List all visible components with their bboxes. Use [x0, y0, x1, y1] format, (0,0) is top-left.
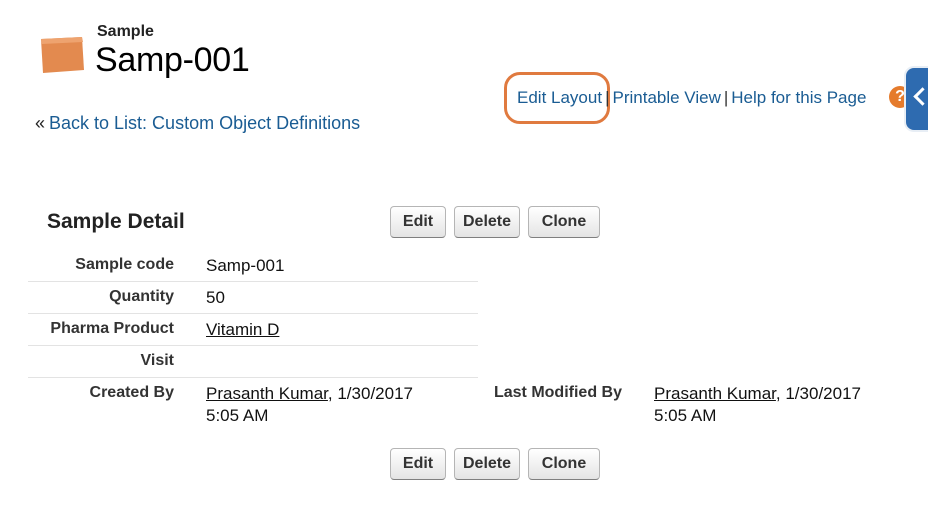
object-type-label: Sample — [97, 23, 154, 40]
section-title: Sample Detail — [47, 210, 185, 233]
delete-button-bottom[interactable]: Delete — [454, 448, 520, 480]
record-title: Samp-001 — [95, 41, 250, 79]
last-modified-by-time: 5:05 AM — [654, 406, 717, 425]
link-separator: | — [723, 88, 729, 107]
field-label-sample-code: Sample code — [75, 256, 174, 273]
pharma-product-link[interactable]: Vitamin D — [206, 320, 279, 339]
field-label-visit: Visit — [140, 352, 175, 369]
top-links: Edit Layout | Printable View | Help for this… — [517, 88, 866, 108]
edit-layout-link[interactable]: Edit Layout — [517, 88, 602, 107]
clone-button-bottom[interactable]: Clone — [528, 448, 600, 480]
created-by-date: , 1/30/2017 — [327, 384, 413, 403]
created-by-time: 5:05 AM — [206, 406, 269, 425]
last-modified-by-user-link[interactable]: Prasanth Kumar — [654, 384, 776, 403]
field-value-created-by: Prasanth Kumar, 1/30/2017 5:05 AM — [206, 383, 456, 427]
help-link[interactable]: Help for this Page — [731, 88, 866, 107]
field-value-sample-code: Samp-001 — [206, 256, 285, 275]
clone-button[interactable]: Clone — [528, 206, 600, 238]
back-arrow-icon: « — [35, 113, 46, 133]
row-divider — [28, 377, 478, 378]
field-value-quantity: 50 — [206, 288, 225, 307]
field-value-last-modified-by: Prasanth Kumar, 1/30/2017 5:05 AM — [654, 383, 914, 427]
field-label-created-by: Created By — [89, 384, 174, 401]
edit-button[interactable]: Edit — [390, 206, 446, 238]
back-to-list: «Back to List: Custom Object Definitions — [35, 113, 360, 134]
printable-view-link[interactable]: Printable View — [612, 88, 720, 107]
sidebar-toggle-tab[interactable] — [906, 68, 928, 130]
sample-object-icon — [41, 37, 84, 73]
row-divider — [28, 313, 478, 314]
field-label-pharma-product: Pharma Product — [50, 320, 174, 337]
row-divider — [28, 281, 478, 282]
delete-button[interactable]: Delete — [454, 206, 520, 238]
link-separator: | — [605, 88, 610, 107]
created-by-user-link[interactable]: Prasanth Kumar — [206, 384, 328, 403]
last-modified-by-date: , 1/30/2017 — [775, 384, 861, 403]
row-divider — [28, 345, 478, 346]
chevron-left-icon — [913, 87, 928, 106]
field-value-pharma-product: Vitamin D — [206, 319, 279, 341]
field-label-last-modified-by: Last Modified By — [493, 384, 622, 401]
edit-button-bottom[interactable]: Edit — [390, 448, 446, 480]
back-to-list-link[interactable]: Back to List: Custom Object Definitions — [49, 113, 360, 133]
field-label-quantity: Quantity — [109, 288, 174, 305]
